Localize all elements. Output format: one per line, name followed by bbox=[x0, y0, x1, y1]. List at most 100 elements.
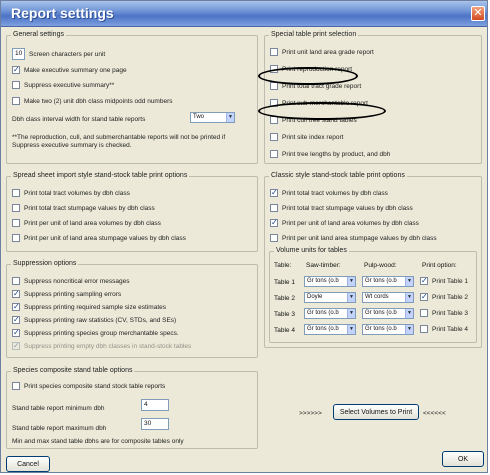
classic-item-4-checkbox[interactable] bbox=[270, 234, 278, 242]
classic-item-4[interactable]: Print per unit land area stumpage values… bbox=[270, 234, 437, 242]
suppress-exec-checkbox[interactable] bbox=[12, 81, 20, 89]
exec-one-page-option[interactable]: ✓ Make executive summary one page bbox=[12, 66, 127, 74]
spread-item-3-checkbox[interactable] bbox=[12, 219, 20, 227]
suppress-item-4[interactable]: ✓ Suppress printing raw statistics (CV, S… bbox=[12, 316, 176, 324]
suppress-exec-option[interactable]: Suppress executive summary** bbox=[12, 81, 114, 89]
composite-print-label: Print species composite stand stock tabl… bbox=[24, 382, 166, 390]
header-print-option: Print option: bbox=[422, 262, 457, 269]
two-dbh-option[interactable]: Make two (2) unit dbh class midpoints od… bbox=[12, 97, 173, 105]
row-4-print-option[interactable]: Print Table 4 bbox=[420, 325, 468, 333]
screen-chars-label: Screen characters per unit bbox=[29, 51, 106, 58]
cancel-button[interactable]: Cancel bbox=[6, 456, 50, 472]
close-button[interactable]: ✕ bbox=[471, 6, 485, 21]
composite-print-checkbox[interactable] bbox=[12, 382, 20, 390]
spread-item-4-checkbox[interactable] bbox=[12, 234, 20, 242]
row-1-pulp-select[interactable]: Gr tons (o.b ▼ bbox=[362, 276, 414, 287]
row-2-saw-select[interactable]: Doyle ▼ bbox=[304, 292, 356, 303]
classic-item-2[interactable]: Print total tract stumpage values by dbh… bbox=[270, 204, 413, 212]
row-3-label: Table 3 bbox=[274, 311, 295, 318]
row-2-print-label: Print Table 2 bbox=[432, 293, 469, 301]
chevron-down-icon: ▼ bbox=[405, 277, 413, 286]
volume-units-group: Volume units for tables Table: Saw-timbe… bbox=[269, 247, 477, 343]
suppress-item-3-checkbox[interactable]: ✓ bbox=[12, 303, 20, 311]
select-volumes-button[interactable]: Select Volumes to Print bbox=[333, 404, 419, 420]
row-4-saw-select[interactable]: Gr tons (o.b ▼ bbox=[304, 324, 356, 335]
classic-item-1-checkbox[interactable]: ✓ bbox=[270, 189, 278, 197]
classic-item-1[interactable]: ✓ Print total tract volumes by dbh class bbox=[270, 189, 388, 197]
suppress-item-6: ✓ Suppress printing empty dbh classes in … bbox=[12, 342, 191, 350]
spread-item-1[interactable]: Print total tract volumes by dbh class bbox=[12, 189, 130, 197]
classic-item-2-checkbox[interactable] bbox=[270, 204, 278, 212]
row-2-print-checkbox[interactable]: ✓ bbox=[420, 293, 428, 301]
spread-item-2[interactable]: Print total tract stumpage values by dbh… bbox=[12, 204, 155, 212]
spread-item-3[interactable]: Print per unit of land area volumes by d… bbox=[12, 219, 161, 227]
row-1-print-checkbox[interactable]: ✓ bbox=[420, 277, 428, 285]
suppress-item-4-label: Suppress printing raw statistics (CV, ST… bbox=[24, 316, 177, 324]
special-item-7[interactable]: Print tree lengths by product, and dbh bbox=[270, 150, 390, 158]
chevron-down-icon: ▼ bbox=[405, 309, 413, 318]
chevron-down-icon: ▼ bbox=[405, 293, 413, 302]
suppress-item-4-checkbox[interactable]: ✓ bbox=[12, 316, 20, 324]
suppress-item-2[interactable]: ✓ Suppress printing sampling errors bbox=[12, 290, 121, 298]
spread-item-1-checkbox[interactable] bbox=[12, 189, 20, 197]
row-1-print-option[interactable]: ✓ Print Table 1 bbox=[420, 277, 468, 285]
max-dbh-input[interactable]: 30 bbox=[141, 418, 169, 430]
suppress-item-3[interactable]: ✓ Suppress printing required sample size … bbox=[12, 303, 166, 311]
exec-one-page-checkbox[interactable]: ✓ bbox=[12, 66, 20, 74]
row-3-pulp-select[interactable]: Gr tons (o.b ▼ bbox=[362, 308, 414, 319]
row-2-print-option[interactable]: ✓ Print Table 2 bbox=[420, 293, 468, 301]
spread-item-3-label: Print per unit of land area volumes by d… bbox=[24, 219, 161, 227]
special-item-7-checkbox[interactable] bbox=[270, 150, 278, 158]
highlight-oval-reproduction bbox=[258, 67, 358, 85]
special-item-6-checkbox[interactable] bbox=[270, 133, 278, 141]
chevron-down-icon: ▼ bbox=[347, 277, 355, 286]
row-4-print-checkbox[interactable] bbox=[420, 325, 428, 333]
classic-item-3-checkbox[interactable]: ✓ bbox=[270, 219, 278, 227]
row-4-pulp-select[interactable]: Gr tons (o.b ▼ bbox=[362, 324, 414, 335]
header-sawtimber: Saw-timber: bbox=[306, 262, 341, 269]
row-3-print-option[interactable]: Print Table 3 bbox=[420, 309, 468, 317]
special-item-1[interactable]: Print unit land area grade report bbox=[270, 48, 374, 56]
general-settings-legend: General settings bbox=[11, 31, 66, 38]
title-bar[interactable]: Report settings ✕ bbox=[1, 1, 487, 27]
report-settings-window: Report settings ✕ General settings 10 Sc… bbox=[0, 0, 488, 473]
screen-chars-input[interactable]: 10 bbox=[12, 48, 25, 60]
window-title: Report settings bbox=[11, 5, 114, 21]
classic-item-3[interactable]: ✓ Print per unit of land area volumes by … bbox=[270, 219, 419, 227]
composite-print-option[interactable]: Print species composite stand stock tabl… bbox=[12, 382, 165, 390]
min-dbh-input[interactable]: 4 bbox=[141, 399, 169, 411]
special-item-1-checkbox[interactable] bbox=[270, 48, 278, 56]
row-3-pulp-value: Gr tons (o.b bbox=[365, 310, 397, 316]
spread-item-4-label: Print per unit of land area stumpage val… bbox=[24, 234, 186, 242]
row-4-saw-value: Gr tons (o.b bbox=[307, 326, 339, 332]
row-3-print-checkbox[interactable] bbox=[420, 309, 428, 317]
suppress-item-2-checkbox[interactable]: ✓ bbox=[12, 290, 20, 298]
row-1-label: Table 1 bbox=[274, 279, 295, 286]
suppression-legend: Suppression options bbox=[11, 260, 79, 267]
classic-legend: Classic style stand-stock table print op… bbox=[269, 172, 407, 179]
row-1-saw-select[interactable]: Gr tons (o.b ▼ bbox=[304, 276, 356, 287]
suppress-item-1-checkbox[interactable] bbox=[12, 277, 20, 285]
close-icon: ✕ bbox=[473, 7, 483, 19]
spread-item-2-checkbox[interactable] bbox=[12, 204, 20, 212]
special-item-6[interactable]: Print site index report bbox=[270, 133, 343, 141]
classic-item-4-label: Print per unit land area stumpage values… bbox=[282, 234, 437, 242]
row-1-pulp-value: Gr tons (o.b bbox=[365, 278, 397, 284]
two-dbh-checkbox[interactable] bbox=[12, 97, 20, 105]
spread-item-4[interactable]: Print per unit of land area stumpage val… bbox=[12, 234, 186, 242]
ok-button[interactable]: OK bbox=[442, 451, 484, 467]
row-3-saw-select[interactable]: Gr tons (o.b ▼ bbox=[304, 308, 356, 319]
header-pulpwood: Pulp-wood: bbox=[364, 262, 397, 269]
row-2-pulp-select[interactable]: Wt cords ▼ bbox=[362, 292, 414, 303]
suppress-item-5[interactable]: ✓ Suppress printing species group merchan… bbox=[12, 329, 179, 337]
row-1-print-label: Print Table 1 bbox=[432, 277, 469, 285]
special-table-group: Special table print selection Print unit… bbox=[264, 31, 482, 164]
row-3-print-label: Print Table 3 bbox=[432, 309, 469, 317]
chevron-down-icon: ▼ bbox=[226, 113, 234, 122]
special-item-3-checkbox[interactable] bbox=[270, 82, 278, 90]
suppress-item-1[interactable]: Suppress noncritical error messages bbox=[12, 277, 130, 285]
exec-one-page-label: Make executive summary one page bbox=[24, 66, 127, 74]
dbh-interval-label: Dbh class interval width for stand table… bbox=[12, 116, 146, 123]
dbh-interval-select[interactable]: Two ▼ bbox=[190, 112, 235, 123]
suppress-item-5-checkbox[interactable]: ✓ bbox=[12, 329, 20, 337]
